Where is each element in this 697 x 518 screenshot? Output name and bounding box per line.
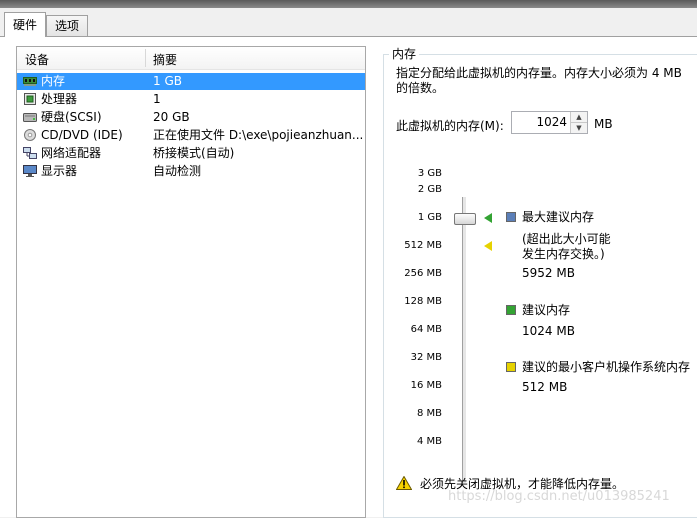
hard-disk-icon — [23, 113, 37, 122]
device-summary: 1 — [153, 92, 161, 106]
memory-size-stepper[interactable]: 1024 ▲ ▼ — [511, 111, 588, 134]
column-header-device[interactable]: 设备 — [25, 51, 49, 68]
tab-hardware[interactable]: 硬件 — [4, 12, 47, 37]
device-row-network-adapter[interactable]: 网络适配器 桥接模式(自动) — [17, 145, 365, 162]
device-list[interactable]: 设备 摘要 内存 1 GB 处理器 1 硬盘(SCSI) 20 GB CD/DV… — [16, 46, 366, 518]
recommended-legend-icon — [506, 305, 516, 315]
memory-slider-track[interactable] — [462, 197, 467, 483]
minimum-legend-label: 建议的最小客户机操作系统内存 — [522, 360, 691, 374]
hardware-page: 设备 摘要 内存 1 GB 处理器 1 硬盘(SCSI) 20 GB CD/DV… — [0, 37, 697, 518]
memory-size-input[interactable]: 1024 — [536, 115, 567, 129]
max-legend-label: 最大建议内存 — [522, 210, 595, 224]
title-bar-edge — [0, 0, 697, 8]
memory-icon — [23, 77, 37, 86]
max-legend-icon — [506, 212, 516, 222]
memory-field-label: 此虚拟机的内存(M): — [396, 119, 504, 133]
memory-unit: MB — [594, 117, 613, 131]
scale-label: 2 GB — [417, 184, 442, 195]
scale-label: 256 MB — [404, 268, 442, 279]
device-summary: 桥接模式(自动) — [153, 146, 235, 160]
device-row-processor[interactable]: 处理器 1 — [17, 91, 365, 108]
recommended-legend-label: 建议内存 — [522, 303, 571, 317]
max-legend-note: 发生内存交换。) — [522, 247, 605, 261]
memory-slider-thumb[interactable] — [454, 213, 476, 225]
stepper-down-button[interactable]: ▼ — [570, 122, 587, 133]
memory-group-title: 内存 — [389, 45, 420, 62]
column-header-summary[interactable]: 摘要 — [153, 51, 177, 68]
device-row-cd-dvd[interactable]: CD/DVD (IDE) 正在使用文件 D:\exe\pojieanzhuan.… — [17, 127, 365, 144]
device-name: 内存 — [41, 74, 66, 88]
warning-icon — [396, 476, 412, 490]
scale-label: 8 MB — [416, 408, 442, 419]
device-name: 网络适配器 — [41, 146, 102, 160]
device-list-header: 设备 摘要 — [17, 47, 365, 70]
scale-label: 3 GB — [417, 168, 442, 179]
device-row-display[interactable]: 显示器 自动检测 — [17, 163, 365, 180]
scale-label: 64 MB — [410, 324, 442, 335]
device-name: 显示器 — [41, 164, 78, 178]
device-name: CD/DVD (IDE) — [41, 128, 123, 142]
device-name: 硬盘(SCSI) — [41, 110, 102, 124]
stepper-up-button[interactable]: ▲ — [570, 112, 587, 122]
device-summary: 1 GB — [153, 74, 182, 88]
cd-dvd-icon — [24, 129, 36, 141]
network-adapter-icon — [23, 147, 37, 159]
tab-options[interactable]: 选项 — [46, 15, 89, 36]
recommended-legend-value: 1024 MB — [522, 324, 575, 338]
scale-label: 1 GB — [417, 212, 442, 223]
recommended-marker-icon — [484, 213, 492, 223]
device-summary: 自动检测 — [153, 164, 202, 178]
scale-label: 512 MB — [404, 240, 442, 251]
scale-label: 16 MB — [410, 380, 442, 391]
minimum-marker-icon — [484, 241, 492, 251]
max-legend-value: 5952 MB — [522, 266, 575, 280]
display-icon — [23, 165, 37, 177]
processor-icon — [24, 93, 36, 105]
scale-label: 128 MB — [404, 296, 442, 307]
device-row-hard-disk[interactable]: 硬盘(SCSI) 20 GB — [17, 109, 365, 126]
device-summary: 20 GB — [153, 110, 190, 124]
column-divider — [145, 49, 146, 67]
minimum-legend-value: 512 MB — [522, 380, 568, 394]
device-summary: 正在使用文件 D:\exe\pojieanzhuan... — [153, 128, 364, 142]
tab-strip: 硬件 选项 — [0, 11, 697, 37]
scale-label: 32 MB — [410, 352, 442, 363]
memory-description: 指定分配给此虚拟机的内存量。内存大小必须为 4 MB 的倍数。 — [396, 66, 682, 95]
scale-label: 4 MB — [416, 436, 442, 447]
minimum-legend-icon — [506, 362, 516, 372]
watermark: https://blog.csdn.net/u013985241 — [448, 489, 670, 504]
max-legend-note: (超出此大小可能 — [522, 232, 611, 246]
device-name: 处理器 — [41, 92, 78, 106]
device-row-memory[interactable]: 内存 1 GB — [17, 73, 365, 90]
